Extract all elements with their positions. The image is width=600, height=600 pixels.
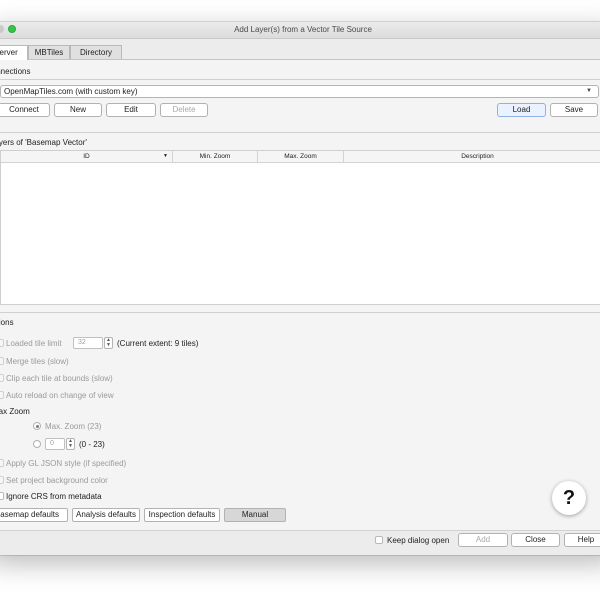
save-button[interactable]: Save [550, 103, 598, 117]
close-button[interactable]: Close [511, 533, 560, 547]
clip-tiles-label: Clip each tile at bounds (slow) [6, 374, 113, 383]
ignore-crs-label: Ignore CRS from metadata [6, 492, 102, 501]
apply-gl-style-checkbox[interactable] [0, 459, 4, 467]
auto-reload-label: Auto reload on change of view [6, 391, 114, 400]
ignore-crs-checkbox[interactable] [0, 492, 4, 500]
loaded-tile-limit-stepper[interactable]: ▲ ▼ [104, 337, 113, 349]
add-button[interactable]: Add [458, 533, 508, 547]
new-button[interactable]: New [54, 103, 102, 117]
max-zoom-radio[interactable] [33, 422, 41, 430]
tab-mbtiles[interactable]: MBTiles [28, 45, 70, 59]
chevron-down-icon: ▼ [586, 88, 592, 94]
clip-tiles-checkbox[interactable] [0, 374, 4, 382]
keep-dialog-open-checkbox[interactable] [375, 536, 383, 544]
max-zoom-title: Max Zoom [0, 407, 30, 416]
keep-dialog-open-label: Keep dialog open [387, 536, 450, 545]
layers-divider-top [0, 132, 600, 133]
custom-zoom-radio[interactable] [33, 440, 41, 448]
basemap-defaults-button[interactable]: Basemap defaults [0, 508, 68, 522]
column-header-max-zoom[interactable]: Max. Zoom [258, 151, 344, 162]
options-divider [0, 312, 600, 313]
layers-table[interactable]: ID ▼ Min. Zoom Max. Zoom Description [0, 150, 600, 305]
set-background-checkbox[interactable] [0, 476, 4, 484]
connections-group-title: Connections [0, 67, 31, 76]
merge-tiles-checkbox[interactable] [0, 357, 4, 365]
help-overlay-icon[interactable]: ? [552, 481, 586, 515]
layers-table-header: ID ▼ Min. Zoom Max. Zoom Description [1, 151, 600, 163]
connection-select-value: OpenMapTiles.com (with custom key) [4, 87, 138, 96]
column-header-description[interactable]: Description [344, 151, 600, 162]
tab-directory[interactable]: Directory [70, 45, 122, 59]
connections-divider [0, 79, 600, 80]
help-button[interactable]: Help [564, 533, 600, 547]
analysis-defaults-button[interactable]: Analysis defaults [72, 508, 140, 522]
column-header-id[interactable]: ID ▼ [1, 151, 173, 162]
column-header-id-label: ID [83, 153, 90, 160]
max-zoom-radio-label: Max. Zoom (23) [45, 422, 102, 431]
connection-select[interactable]: OpenMapTiles.com (with custom key) ▼ [0, 85, 599, 98]
footer-divider [0, 530, 600, 531]
delete-button[interactable]: Delete [160, 103, 208, 117]
load-button[interactable]: Load [497, 103, 546, 117]
custom-zoom-stepper[interactable]: ▲ ▼ [66, 438, 75, 450]
apply-gl-style-label: Apply GL JSON style (if specified) [6, 459, 127, 468]
auto-reload-checkbox[interactable] [0, 391, 4, 399]
loaded-tile-limit-label: Loaded tile limit [6, 339, 62, 348]
custom-zoom-input[interactable]: 0 [45, 438, 65, 450]
custom-zoom-range: (0 - 23) [79, 440, 105, 449]
manual-button[interactable]: Manual [224, 508, 286, 522]
inspection-defaults-button[interactable]: Inspection defaults [144, 508, 220, 522]
window-title: Add Layer(s) from a Vector Tile Source [234, 25, 372, 34]
current-extent-text: (Current extent: 9 tiles) [117, 339, 199, 348]
edit-button[interactable]: Edit [106, 103, 156, 117]
layers-group-title: Layers of 'Basemap Vector' [0, 138, 87, 147]
connect-button[interactable]: Connect [0, 103, 50, 117]
loaded-tile-limit-input[interactable]: 32 [73, 337, 103, 349]
column-header-min-zoom[interactable]: Min. Zoom [173, 151, 258, 162]
loaded-tile-limit-checkbox[interactable] [0, 339, 4, 347]
title-bar: Add Layer(s) from a Vector Tile Source [0, 22, 600, 39]
tab-server[interactable]: Server [0, 45, 28, 60]
set-background-label: Set project background color [6, 476, 108, 485]
merge-tiles-label: Merge tiles (slow) [6, 357, 69, 366]
sort-arrow-icon: ▼ [163, 153, 168, 159]
options-group-title: Options [0, 318, 14, 327]
